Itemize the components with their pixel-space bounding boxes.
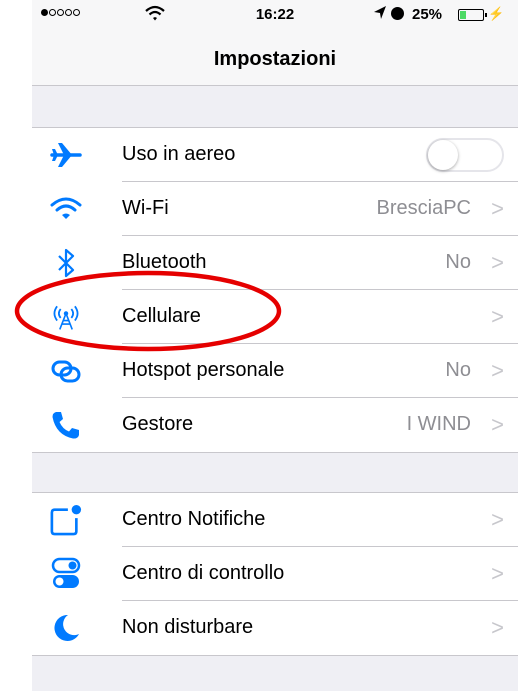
settings-row-label: Cellulare	[122, 305, 201, 327]
chevron-right-icon: >	[491, 615, 504, 640]
settings-row-control-center[interactable]: Centro di controllo >	[32, 547, 518, 601]
battery-icon	[458, 9, 487, 21]
settings-row-wifi[interactable]: Wi-Fi BresciaPC >	[32, 182, 518, 236]
hotspot-link-icon	[50, 355, 82, 387]
settings-row-carrier[interactable]: Gestore I WIND >	[32, 398, 518, 452]
settings-row-notification-center[interactable]: Centro Notifiche >	[32, 493, 518, 547]
status-time: 16:22	[255, 6, 295, 23]
settings-row-value: No	[445, 359, 471, 381]
charging-bolt-icon: ⚡	[488, 6, 505, 21]
chevron-right-icon: >	[491, 196, 504, 221]
alarm-icon	[391, 7, 404, 20]
page-title: Impostazioni	[213, 48, 337, 70]
chevron-right-icon: >	[491, 250, 504, 275]
settings-group-connectivity: Uso in aereo Wi-Fi BresciaPC > Bluetooth…	[32, 127, 518, 453]
settings-row-label: Gestore	[122, 413, 194, 435]
settings-row-label: Non disturbare	[122, 616, 254, 638]
chevron-right-icon: >	[491, 412, 504, 437]
location-arrow-icon	[374, 6, 386, 19]
settings-row-airplane-mode[interactable]: Uso in aereo	[32, 128, 518, 182]
settings-group-system: Centro Notifiche > Centro di controllo >	[32, 492, 518, 656]
status-bar: 16:22 25% ⚡	[32, 0, 518, 30]
chevron-right-icon: >	[491, 358, 504, 383]
settings-row-value: No	[445, 251, 471, 273]
settings-row-label: Wi-Fi	[122, 197, 169, 219]
settings-row-label: Centro Notifiche	[122, 508, 266, 530]
settings-row-label: Bluetooth	[122, 251, 207, 273]
settings-screen: 16:22 25% ⚡ Impostazioni Uso in aereo Wi…	[32, 0, 518, 691]
navigation-bar: Impostazioni	[32, 30, 518, 86]
wifi-icon	[50, 193, 82, 225]
airplane-mode-toggle[interactable]	[426, 138, 504, 172]
settings-row-value: BresciaPC	[376, 197, 471, 219]
settings-row-label: Centro di controllo	[122, 562, 285, 584]
control-center-icon	[50, 557, 82, 590]
settings-row-label: Hotspot personale	[122, 359, 285, 381]
chevron-right-icon: >	[491, 507, 504, 532]
settings-row-personal-hotspot[interactable]: Hotspot personale No >	[32, 344, 518, 398]
settings-row-value: I WIND	[406, 413, 471, 435]
chevron-right-icon: >	[491, 304, 504, 329]
cellular-antenna-icon	[50, 301, 82, 333]
settings-row-bluetooth[interactable]: Bluetooth No >	[32, 236, 518, 290]
settings-row-cellular[interactable]: Cellulare >	[32, 290, 518, 344]
bluetooth-icon	[50, 247, 82, 279]
settings-row-do-not-disturb[interactable]: Non disturbare >	[32, 601, 518, 655]
settings-row-label: Uso in aereo	[122, 143, 236, 165]
battery-percent: 25%	[412, 6, 443, 23]
phone-icon	[50, 409, 82, 441]
chevron-right-icon: >	[491, 561, 504, 586]
notification-center-icon	[50, 504, 82, 536]
airplane-icon	[50, 139, 82, 171]
moon-icon	[50, 612, 82, 644]
